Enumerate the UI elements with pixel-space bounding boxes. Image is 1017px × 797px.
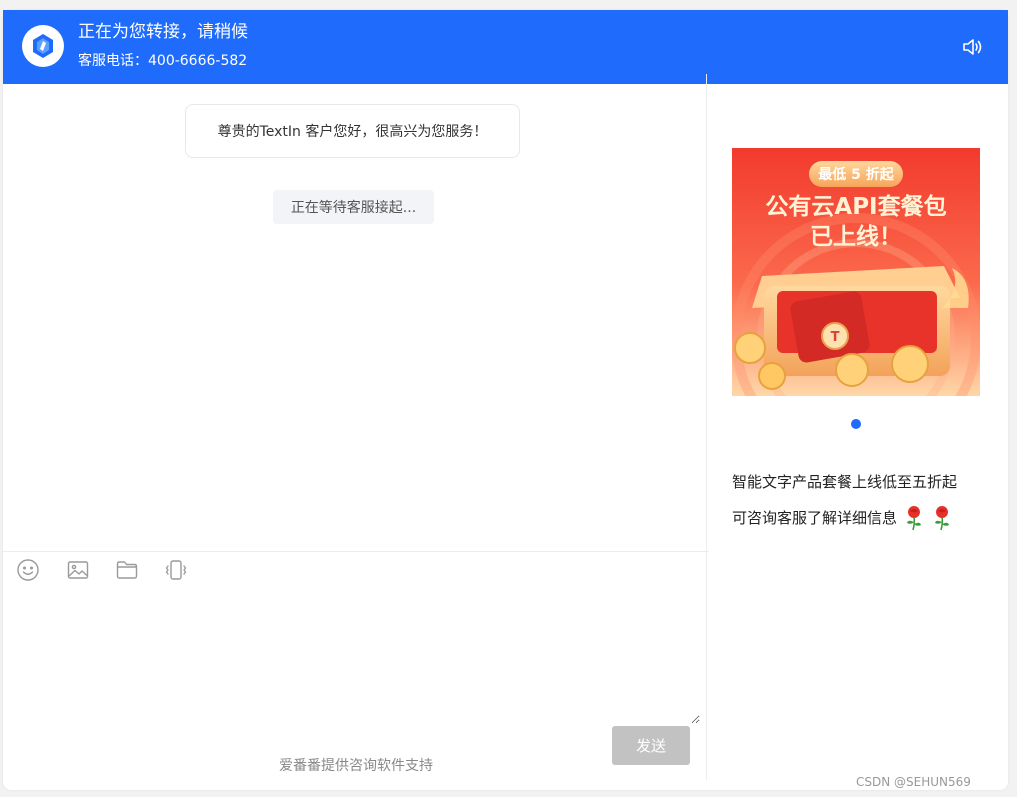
promo-line-1: 智能文字产品套餐上线低至五折起 xyxy=(732,473,958,491)
speaker-icon[interactable] xyxy=(961,35,985,59)
composer-divider xyxy=(3,551,709,552)
powered-by: 爱番番提供咨询软件支持 xyxy=(279,758,433,774)
vibrate-icon[interactable] xyxy=(164,558,188,582)
rose-icon xyxy=(931,505,953,531)
panel-divider xyxy=(706,74,707,780)
header-title: 正在为您转接，请稍候 xyxy=(78,22,248,42)
rose-icon xyxy=(903,505,925,531)
svg-text:T: T xyxy=(831,330,840,345)
chat-logo-icon xyxy=(22,25,64,67)
greeting-text: 尊贵的TextIn 客户您好，很高兴为您服务！ xyxy=(217,124,488,140)
watermark: CSDN @SEHUN569 xyxy=(856,775,971,789)
promo-line-2: 可咨询客服了解详细信息 xyxy=(732,509,898,527)
image-icon[interactable] xyxy=(66,558,90,582)
promo-line-2-row: 可咨询客服了解详细信息 xyxy=(732,500,953,536)
waiting-status: 正在等待客服接起... xyxy=(273,190,434,224)
promo-banner[interactable]: 最低 5 折起 公有云API套餐包 已上线！ T xyxy=(732,148,980,396)
header-bar: 正在为您转接，请稍候 客服电话：400-6666-582 xyxy=(3,10,1008,84)
service-phone: 客服电话：400-6666-582 xyxy=(78,51,247,71)
treasure-box-illustration: T xyxy=(734,266,969,390)
phone-label: 客服电话： xyxy=(78,53,148,69)
banner-headline-1: 公有云API套餐包 xyxy=(765,193,946,220)
folder-icon[interactable] xyxy=(115,558,139,582)
banner-tag: 最低 5 折起 xyxy=(818,166,894,183)
greeting-message: 尊贵的TextIn 客户您好，很高兴为您服务！ xyxy=(185,104,520,158)
waiting-text: 正在等待客服接起... xyxy=(290,200,417,216)
message-input[interactable] xyxy=(10,590,700,724)
banner-headline-2: 已上线！ xyxy=(810,223,902,250)
emoji-icon[interactable] xyxy=(16,558,40,582)
carousel-dot[interactable] xyxy=(851,419,861,429)
phone-number: 400-6666-582 xyxy=(148,53,248,69)
